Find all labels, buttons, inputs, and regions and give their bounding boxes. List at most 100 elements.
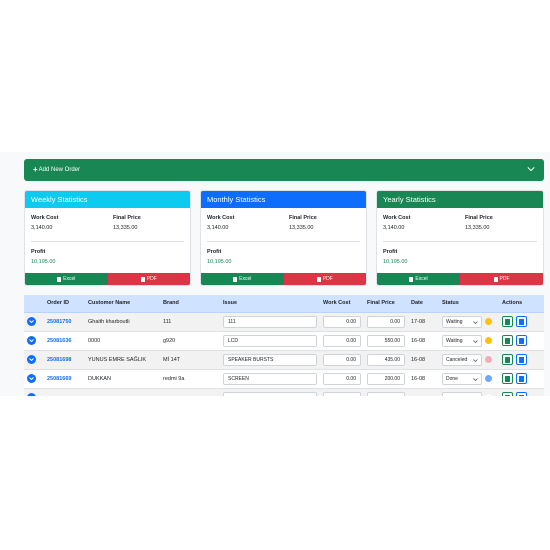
work-cost-cell <box>320 331 364 351</box>
divider <box>207 241 360 242</box>
orders-table: Order ID Customer Name Brand Issue Work … <box>24 295 544 396</box>
final-price-value: 13,335.00 <box>289 225 314 231</box>
save-button[interactable] <box>516 392 527 396</box>
profit-stat: Profit 10,195.00 <box>207 249 231 265</box>
order-id-link[interactable]: 25081669 <box>47 376 71 382</box>
save-button[interactable] <box>516 373 527 384</box>
expand-cell <box>24 388 44 396</box>
export-excel-button[interactable] <box>502 335 513 346</box>
export-buttons: Excel PDF <box>201 273 366 285</box>
status-value: Canceled <box>446 356 468 363</box>
status-indicator-dot <box>485 394 492 396</box>
pdf-export-button[interactable]: PDF <box>283 273 366 285</box>
order-id-link[interactable]: 25081750 <box>47 319 71 325</box>
order-id-link[interactable]: 25081636 <box>47 338 71 344</box>
customer-name-cell: 0000 <box>85 331 160 351</box>
status-value: Waiting <box>446 318 463 325</box>
header-expand <box>24 295 44 313</box>
order-id-cell: 25081750 <box>44 312 85 332</box>
pdf-export-button[interactable]: PDF <box>107 273 190 285</box>
chevron-down-icon <box>473 339 478 343</box>
excel-export-button[interactable]: Excel <box>377 273 460 285</box>
pdf-export-button[interactable]: PDF <box>460 273 543 285</box>
status-wrap: Waiting <box>442 334 496 347</box>
profit-value: 10,195.00 <box>207 259 232 265</box>
expand-row-icon[interactable] <box>27 393 36 396</box>
status-cell: Waiting <box>439 312 499 332</box>
actions-cell <box>499 388 544 396</box>
save-button[interactable] <box>516 316 527 327</box>
weekly-statistics-card: Weekly Statistics Work Cost 3,140.00 Fin… <box>24 190 191 286</box>
issue-cell <box>220 369 320 389</box>
save-icon <box>519 375 524 382</box>
issue-cell <box>220 388 320 396</box>
expand-cell <box>24 312 44 332</box>
orders-table-body: 25081750 Ghaith kharboutli111 17-08 Waiting… <box>24 312 544 396</box>
table-row: 25081750 Ghaith kharboutli111 17-08 Waiting <box>24 312 544 332</box>
work-cost-input[interactable] <box>323 391 361 396</box>
expand-row-icon[interactable] <box>27 374 36 383</box>
save-button[interactable] <box>516 335 527 346</box>
final-price-input[interactable] <box>367 315 405 328</box>
chevron-down-icon[interactable] <box>527 165 535 173</box>
expand-row-icon[interactable] <box>27 355 36 364</box>
issue-input[interactable] <box>223 391 317 396</box>
issue-cell <box>220 350 320 370</box>
profit-label: Profit <box>383 249 398 255</box>
pdf-label: PDF <box>322 276 333 282</box>
final-price-cell <box>364 312 408 332</box>
final-price-input[interactable] <box>367 391 405 396</box>
work-cost-input[interactable] <box>323 372 361 385</box>
export-excel-button[interactable] <box>502 373 513 384</box>
work-cost-input[interactable] <box>323 334 361 347</box>
work-cost-input[interactable] <box>323 353 361 366</box>
status-cell: Waiting <box>439 331 499 351</box>
status-value: Done <box>446 375 458 382</box>
excel-export-button[interactable]: Excel <box>25 273 108 285</box>
brand-cell: g920 <box>160 331 220 351</box>
divider <box>31 241 184 242</box>
expand-row-icon[interactable] <box>27 336 36 345</box>
issue-input[interactable] <box>223 315 317 328</box>
customer-name-cell: Ghaith kharboutli <box>85 312 160 332</box>
expand-row-icon[interactable] <box>27 317 36 326</box>
issue-input[interactable] <box>223 353 317 366</box>
work-cost-input[interactable] <box>323 315 361 328</box>
status-indicator-dot <box>485 337 492 344</box>
chevron-down-icon <box>473 320 478 324</box>
order-id-cell: 25081698 <box>44 350 85 370</box>
final-price-stat: Final Price 13,335.00 <box>465 215 493 231</box>
work-cost-cell <box>320 312 364 332</box>
file-excel-icon <box>505 318 510 325</box>
final-price-input[interactable] <box>367 353 405 366</box>
issue-input[interactable] <box>223 334 317 347</box>
export-excel-button[interactable] <box>502 392 513 396</box>
export-excel-button[interactable] <box>502 354 513 365</box>
header-issue: Issue <box>220 295 320 313</box>
chevron-down-icon <box>473 358 478 362</box>
add-new-order-bar[interactable]: + Add New Order <box>24 159 544 181</box>
status-select[interactable]: Waiting <box>442 334 482 347</box>
status-select[interactable]: Done <box>442 372 482 385</box>
file-excel-icon <box>409 276 414 282</box>
header-order-id: Order ID <box>44 295 85 313</box>
order-id-link[interactable]: 25081698 <box>47 357 71 363</box>
excel-label: Excel <box>63 276 76 282</box>
plus-icon: + <box>33 165 38 174</box>
export-buttons: Excel PDF <box>25 273 190 285</box>
work-cost-label: Work Cost <box>31 215 59 221</box>
save-button[interactable] <box>516 354 527 365</box>
status-select[interactable]: Canceled <box>442 353 482 366</box>
save-icon <box>519 356 524 363</box>
export-excel-button[interactable] <box>502 316 513 327</box>
excel-export-button[interactable]: Excel <box>201 273 284 285</box>
final-price-cell <box>364 331 408 351</box>
final-price-input[interactable] <box>367 372 405 385</box>
status-select[interactable]: Waiting <box>442 315 482 328</box>
status-select[interactable] <box>442 391 482 396</box>
excel-label: Excel <box>415 276 428 282</box>
issue-input[interactable] <box>223 372 317 385</box>
work-cost-cell <box>320 388 364 396</box>
row-actions <box>502 392 541 396</box>
final-price-input[interactable] <box>367 334 405 347</box>
